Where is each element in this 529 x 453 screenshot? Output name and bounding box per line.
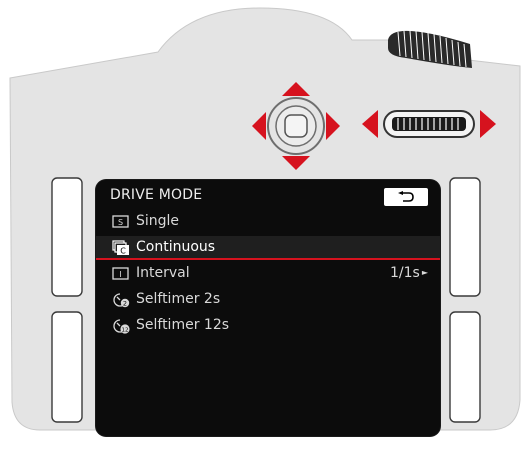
- interval-icon: I: [112, 267, 129, 280]
- menu-item-label: Continuous: [136, 239, 216, 255]
- single-shot-icon: S: [112, 215, 129, 228]
- svg-text:C: C: [120, 247, 126, 256]
- menu-item-continuous[interactable]: C Continuous: [96, 236, 440, 260]
- svg-text:I: I: [119, 270, 121, 279]
- lcd-screen: DRIVE MODE S Single C Continuous I Inter…: [96, 180, 440, 436]
- menu-header: DRIVE MODE: [96, 180, 440, 210]
- right-button-lower[interactable]: [449, 311, 481, 423]
- menu-title: DRIVE MODE: [110, 187, 203, 203]
- menu-item-selftimer-12s[interactable]: 12 Selftimer 12s: [96, 314, 440, 338]
- continuous-shot-icon: C: [112, 240, 129, 256]
- chevron-right-icon: ►: [421, 268, 428, 277]
- back-button[interactable]: [384, 188, 428, 206]
- menu-item-label: Single: [136, 213, 180, 229]
- right-button-upper[interactable]: [449, 177, 481, 297]
- menu-item-label: Interval: [136, 265, 190, 281]
- selftimer-2s-icon: 2: [113, 293, 130, 308]
- menu-item-single[interactable]: S Single: [96, 210, 440, 234]
- menu-item-interval[interactable]: I Interval 1/1s ►: [96, 262, 440, 286]
- menu-item-label: Selftimer 12s: [136, 317, 230, 333]
- left-button-upper[interactable]: [51, 177, 83, 297]
- svg-text:2: 2: [123, 300, 127, 308]
- thumbwheel-icon[interactable]: [383, 110, 475, 138]
- interval-value: 1/1s ►: [390, 265, 428, 281]
- menu-list: S Single C Continuous I Interval 1/1s ► …: [96, 210, 440, 340]
- selftimer-12s-icon: 12: [113, 319, 130, 334]
- back-arrow-icon: [398, 191, 414, 202]
- dpad-center-button[interactable]: [267, 97, 325, 155]
- menu-item-selftimer-2s[interactable]: 2 Selftimer 2s: [96, 288, 440, 312]
- camera-back-illustration: DRIVE MODE S Single C Continuous I Inter…: [0, 0, 529, 453]
- svg-text:S: S: [118, 218, 123, 227]
- svg-text:12: 12: [122, 327, 129, 333]
- left-button-lower[interactable]: [51, 311, 83, 423]
- menu-item-label: Selftimer 2s: [136, 291, 221, 307]
